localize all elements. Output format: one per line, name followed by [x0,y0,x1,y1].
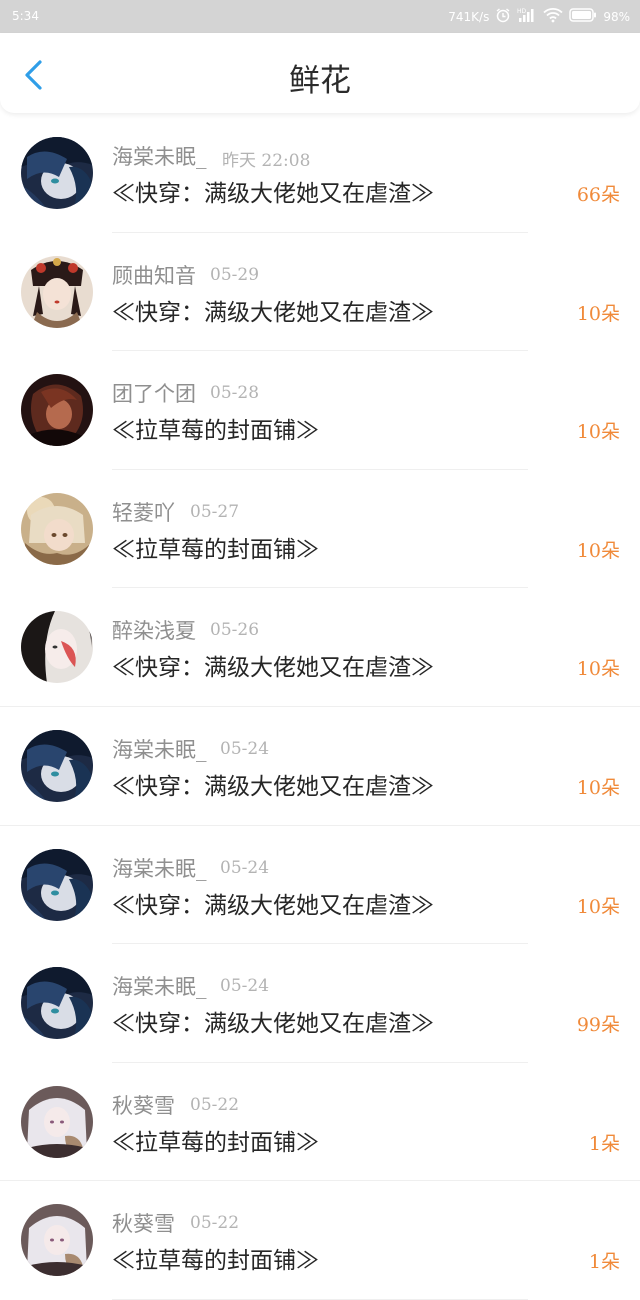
flower-gift-list: 海棠未眠_ 昨天 22:08 ≪快穿：满级大佬她又在虐渣≫ 66朵顾曲知音 05-29 ≪… [0,114,640,1300]
list-item[interactable]: 顾曲知音 05-29 ≪快穿：满级大佬她又在虐渣≫ 10朵 [0,233,640,352]
list-item[interactable]: 海棠未眠_ 05-24 ≪快穿：满级大佬她又在虐渣≫ 10朵 [0,826,640,945]
flower-count: 10朵 [576,539,620,562]
svg-text:HD: HD [517,8,527,15]
back-button[interactable] [14,55,54,95]
avatar[interactable] [21,611,93,684]
flower-count: 10朵 [576,421,620,444]
network-speed: 741K/s [448,9,490,24]
sender-name: 顾曲知音 [112,263,196,288]
sender-name: 海棠未眠_ [112,856,207,881]
sender-name: 海棠未眠_ [112,145,207,169]
flower-count: 99朵 [576,1014,620,1037]
battery-icon [569,8,597,25]
gift-date: 05-27 [190,501,240,522]
avatar[interactable] [21,374,93,447]
book-title: ≪拉草莓的封面铺≫ [112,1129,319,1156]
flower-count: 66朵 [576,184,620,206]
flower-count: 1朵 [588,1251,620,1274]
gift-date: 05-24 [220,976,270,997]
sender-name: 海棠未眠_ [112,975,207,1000]
list-item[interactable]: 醉染浅夏 05-26 ≪快穿：满级大佬她又在虐渣≫ 10朵 [0,588,640,707]
list-item[interactable]: 海棠未眠_ 05-24 ≪快穿：满级大佬她又在虐渣≫ 10朵 [0,707,640,826]
status-bar: 5:34 741K/s HD 98% [0,0,640,33]
sender-name: 海棠未眠_ [112,737,207,762]
flower-count: 1朵 [588,1132,620,1155]
book-title: ≪快穿：满级大佬她又在虐渣≫ [112,181,434,207]
book-title: ≪快穿：满级大佬她又在虐渣≫ [112,299,434,326]
gift-date: 05-29 [210,264,260,285]
book-title: ≪快穿：满级大佬她又在虐渣≫ [112,1011,434,1038]
list-item[interactable]: 海棠未眠_ 05-24 ≪快穿：满级大佬她又在虐渣≫ 99朵 [0,944,640,1063]
gift-date: 05-22 [190,1213,240,1234]
avatar[interactable] [21,1204,93,1277]
gift-date: 05-24 [220,857,270,878]
status-indicators: 741K/s HD 98% [448,7,630,26]
avatar[interactable] [21,492,93,565]
avatar[interactable] [21,848,93,921]
sender-name: 秋葵雪 [112,1093,175,1118]
avatar[interactable] [21,967,93,1040]
status-time: 5:34 [12,9,39,23]
flower-count: 10朵 [576,658,620,681]
chevron-left-icon [25,60,42,90]
book-title: ≪快穿：满级大佬她又在虐渣≫ [112,655,434,682]
gift-date: 05-26 [210,620,260,641]
avatar[interactable] [21,729,93,802]
flower-count: 10朵 [576,895,620,918]
sender-name: 轻菱吖 [112,500,175,525]
book-title: ≪拉草莓的封面铺≫ [112,536,319,563]
book-title: ≪快穿：满级大佬她又在虐渣≫ [112,892,434,919]
avatar[interactable] [21,137,93,209]
avatar[interactable] [21,1085,93,1158]
avatar[interactable] [21,255,93,328]
book-title: ≪快穿：满级大佬她又在虐渣≫ [112,773,434,800]
hd-signal-icon: HD [517,7,537,26]
alarm-icon [495,7,511,26]
sender-name: 团了个团 [112,382,196,407]
list-item[interactable]: 秋葵雪 05-22 ≪拉草莓的封面铺≫ 1朵 [0,1181,640,1300]
gift-date: 05-24 [220,738,270,759]
flower-count: 10朵 [576,302,620,325]
list-item[interactable]: 秋葵雪 05-22 ≪拉草莓的封面铺≫ 1朵 [0,1063,640,1182]
list-item[interactable]: 团了个团 05-28 ≪拉草莓的封面铺≫ 10朵 [0,351,640,470]
sender-name: 秋葵雪 [112,1212,175,1237]
page-title: 鲜花 [289,63,351,99]
battery-percent: 98% [603,9,630,24]
book-title: ≪拉草莓的封面铺≫ [112,418,319,445]
list-item[interactable]: 海棠未眠_ 昨天 22:08 ≪快穿：满级大佬她又在虐渣≫ 66朵 [0,114,640,233]
wifi-icon [543,7,563,26]
flower-count: 10朵 [576,776,620,799]
sender-name: 醉染浅夏 [112,619,196,644]
list-item[interactable]: 轻菱吖 05-27 ≪拉草莓的封面铺≫ 10朵 [0,470,640,589]
gift-date: 05-28 [210,383,260,404]
header: 鲜花 [0,33,640,113]
book-title: ≪拉草莓的封面铺≫ [112,1248,319,1275]
gift-date: 昨天 22:08 [222,151,311,171]
gift-date: 05-22 [190,1094,240,1115]
